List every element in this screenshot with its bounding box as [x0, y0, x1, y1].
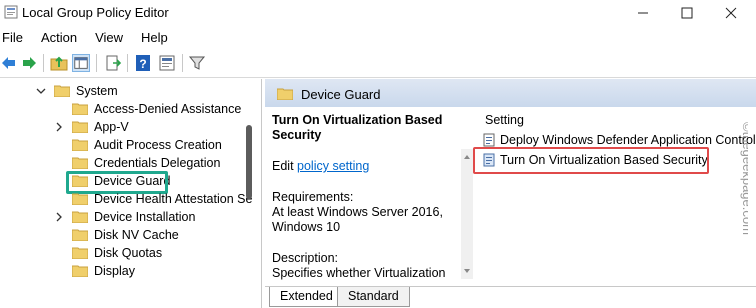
tree-item-app-v[interactable]: App-V — [54, 118, 129, 136]
tree-item-label: Access-Denied Assistance — [94, 102, 242, 116]
details-header: Device Guard — [265, 79, 756, 107]
tree-item-label: Display — [94, 264, 135, 278]
tab-extended[interactable]: Extended — [269, 287, 344, 307]
column-header-setting[interactable]: Setting — [485, 113, 524, 127]
show-hide-tree-icon[interactable] — [72, 54, 90, 72]
policy-description: Turn On Virtualization Based Security Ed… — [272, 113, 452, 281]
view-tabs: Extended Standard — [265, 286, 756, 308]
scroll-up-arrow-icon[interactable] — [461, 151, 473, 163]
properties-icon[interactable] — [158, 54, 176, 72]
edit-prefix: Edit — [272, 159, 294, 173]
menu-action[interactable]: Action — [32, 30, 86, 45]
folder-icon — [72, 121, 88, 133]
tree-item-system[interactable]: System — [36, 82, 118, 100]
tree-item-credentials-delegation[interactable]: Credentials Delegation — [72, 154, 220, 172]
tree-item-audit-process-creation[interactable]: Audit Process Creation — [72, 136, 222, 154]
tree-item-label: Device Health Attestation Se — [94, 192, 253, 206]
export-list-icon[interactable] — [104, 54, 122, 72]
policy-setting-icon — [483, 133, 495, 147]
edit-line: Edit policy setting — [272, 159, 452, 174]
details-header-title: Device Guard — [301, 87, 381, 102]
folder-icon — [72, 157, 88, 169]
help-icon[interactable]: ? — [134, 54, 152, 72]
watermark-text: ©thegeekpage.com — [740, 122, 748, 235]
maximize-button[interactable] — [672, 3, 702, 23]
edit-policy-setting-link[interactable]: policy setting — [297, 159, 369, 173]
menu-bar: File Action View Help — [0, 26, 756, 48]
folder-icon — [72, 211, 88, 223]
tree-item-label: System — [76, 84, 118, 98]
scroll-down-arrow-icon[interactable] — [461, 265, 473, 277]
svg-text:?: ? — [139, 57, 146, 71]
folder-icon — [72, 247, 88, 259]
toolbar-separator — [182, 54, 183, 72]
description-text: Specifies whether Virtualization — [272, 266, 446, 280]
details-pane: Device Guard Turn On Virtualization Base… — [265, 79, 756, 308]
chevron-down-icon[interactable] — [36, 86, 46, 96]
tree-item-disk-nv-cache[interactable]: Disk NV Cache — [72, 226, 179, 244]
toolbar-separator — [43, 54, 44, 72]
chevron-right-icon[interactable] — [54, 212, 64, 222]
toolbar: ? — [0, 48, 756, 78]
toolbar-separator — [127, 54, 128, 72]
folder-icon — [277, 88, 293, 100]
settings-list-header[interactable]: Setting — [475, 107, 756, 131]
tree-item-label: Audit Process Creation — [94, 138, 222, 152]
description-label: Description: — [272, 251, 338, 265]
tree-item-access-denied-assistance[interactable]: Access-Denied Assistance — [72, 100, 241, 118]
description-scrollbar[interactable] — [461, 149, 473, 279]
title-bar: Local Group Policy Editor — [0, 0, 756, 26]
window-title: Local Group Policy Editor — [22, 5, 169, 20]
policy-title: Turn On Virtualization Based Security — [272, 113, 443, 142]
folder-icon — [72, 229, 88, 241]
back-arrow-icon[interactable] — [0, 54, 18, 72]
close-button[interactable] — [716, 3, 746, 23]
menu-file[interactable]: File — [0, 30, 32, 45]
tree-item-disk-quotas[interactable]: Disk Quotas — [72, 244, 162, 262]
tree-item-device-installation[interactable]: Device Installation — [54, 208, 195, 226]
requirements-label: Requirements: — [272, 190, 354, 204]
chevron-right-icon[interactable] — [54, 122, 64, 132]
up-folder-icon[interactable] — [50, 54, 68, 72]
tree-item-label: App-V — [94, 120, 129, 134]
tree-item-label: Device Installation — [94, 210, 196, 224]
navigation-tree: System Access-Denied Assistance App-V Au… — [0, 79, 262, 308]
menu-view[interactable]: View — [86, 30, 132, 45]
folder-icon — [72, 193, 88, 205]
minimize-button[interactable] — [628, 3, 658, 23]
tree-item-label: Disk Quotas — [94, 246, 163, 260]
menu-help[interactable]: Help — [132, 30, 177, 45]
selected-policy-highlight-box — [473, 147, 709, 174]
tab-standard[interactable]: Standard — [337, 287, 410, 307]
watermark: ©thegeekpage.com — [740, 122, 748, 235]
tree-item-label: Disk NV Cache — [94, 228, 179, 242]
tree-scrollbar-thumb[interactable] — [246, 125, 252, 199]
forward-arrow-icon[interactable] — [20, 54, 38, 72]
requirements-text: At least Windows Server 2016, Windows 10 — [272, 205, 443, 234]
folder-icon — [72, 103, 88, 115]
list-item-label: Deploy Windows Defender Application Cont… — [500, 133, 756, 147]
filter-icon[interactable] — [188, 54, 206, 72]
tree-item-display[interactable]: Display — [72, 262, 135, 280]
toolbar-separator — [96, 54, 97, 72]
tree-item-device-health-attestation[interactable]: Device Health Attestation Se — [72, 190, 252, 208]
tree-item-label: Credentials Delegation — [94, 156, 221, 170]
group-policy-app-icon — [4, 5, 18, 19]
folder-icon — [72, 265, 88, 277]
folder-icon — [72, 139, 88, 151]
folder-open-icon — [54, 85, 70, 97]
